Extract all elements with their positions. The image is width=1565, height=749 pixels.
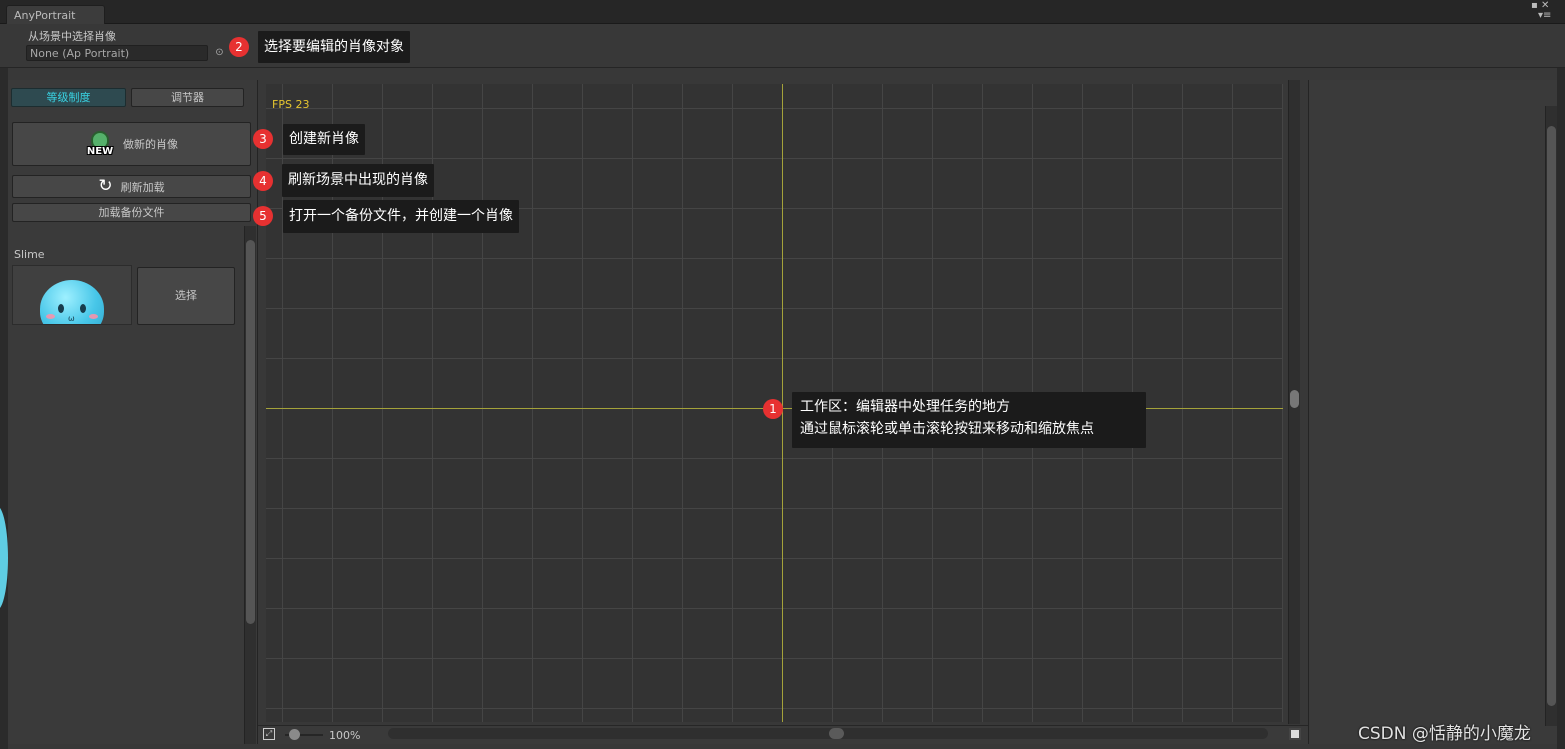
watermark: CSDN @恬静的小魔龙 <box>1358 724 1531 744</box>
right-panel-scrollbar[interactable] <box>1545 106 1557 726</box>
left-edge-strip <box>0 68 8 749</box>
annotation-5: 打开一个备份文件，并创建一个肖像 <box>283 200 519 233</box>
portrait-name-label: Slime <box>14 248 45 261</box>
portrait-thumbnail: ω <box>12 265 132 325</box>
refresh-button[interactable]: ↻ 刷新加载 <box>12 175 251 198</box>
slime-image: ω <box>40 280 104 324</box>
annotation-4: 刷新场景中出现的肖像 <box>282 164 434 197</box>
object-picker-icon[interactable]: ⊙ <box>214 47 225 58</box>
left-panel-scroll-thumb[interactable] <box>246 240 255 624</box>
annotation-badge-4: 4 <box>253 171 273 191</box>
new-portrait-button[interactable]: NEW 做新的肖像 <box>12 122 251 166</box>
tab-controller[interactable]: 调节器 <box>131 88 244 107</box>
new-portrait-icon: NEW <box>85 129 115 159</box>
annotation-badge-1: 1 <box>763 399 783 419</box>
refresh-label: 刷新加载 <box>120 180 165 194</box>
annotation-3: 创建新肖像 <box>283 124 365 155</box>
annotation-2: 选择要编辑的肖像对象 <box>258 31 410 63</box>
zoom-level: 100% <box>329 729 361 742</box>
refresh-icon: ↻ <box>98 176 113 196</box>
annotation-badge-5: 5 <box>253 206 273 226</box>
annotation-1-line-1: 工作区：编辑器中处理任务的地方 <box>800 399 1010 415</box>
window-title-bar: AnyPortrait ▪ ✕ ▾≡ <box>0 0 1565 24</box>
load-backup-button[interactable]: 加载备份文件 <box>12 203 251 222</box>
annotation-1: 工作区：编辑器中处理任务的地方 通过鼠标滚轮或单击滚轮按钮来移动和缩放焦点 <box>792 392 1146 448</box>
hierarchy-panel: 等级制度 调节器 NEW 做新的肖像 ↻ 刷新加载 加载备份文件 Slime ω… <box>8 80 258 744</box>
fps-counter: FPS 23 <box>272 98 310 111</box>
left-panel-scrollbar[interactable] <box>244 226 256 744</box>
viewport-horizontal-scrollbar[interactable] <box>388 728 1268 739</box>
zoom-slider-knob[interactable] <box>289 729 300 740</box>
annotation-badge-2: 2 <box>229 37 249 57</box>
annotation-1-line-2: 通过鼠标滚轮或单击滚轮按钮来移动和缩放焦点 <box>800 421 1094 437</box>
portrait-field-label: 从场景中选择肖像 <box>28 30 116 43</box>
window-menu-icon[interactable]: ▾≡ <box>1538 11 1551 21</box>
inspector-panel <box>1308 80 1557 744</box>
slime-preview-edge <box>0 506 8 610</box>
right-edge-strip <box>1557 68 1565 749</box>
fit-view-icon[interactable]: ⤢ <box>263 728 275 740</box>
viewport-vertical-scrollbar[interactable] <box>1288 80 1300 724</box>
viewport-hscroll-thumb[interactable] <box>829 728 844 739</box>
corner-toggle-icon[interactable] <box>1289 728 1301 740</box>
y-axis-line <box>782 84 783 722</box>
portrait-object-field[interactable]: None (Ap Portrait) <box>26 45 208 61</box>
right-panel-scroll-thumb[interactable] <box>1547 126 1556 706</box>
tab-hierarchy[interactable]: 等级制度 <box>11 88 126 107</box>
window-tab-anyportrait[interactable]: AnyPortrait <box>6 5 105 24</box>
viewport-vscroll-thumb[interactable] <box>1290 390 1299 408</box>
select-portrait-button[interactable]: 选择 <box>137 267 235 325</box>
new-portrait-label: 做新的肖像 <box>123 138 178 151</box>
annotation-badge-3: 3 <box>253 129 273 149</box>
